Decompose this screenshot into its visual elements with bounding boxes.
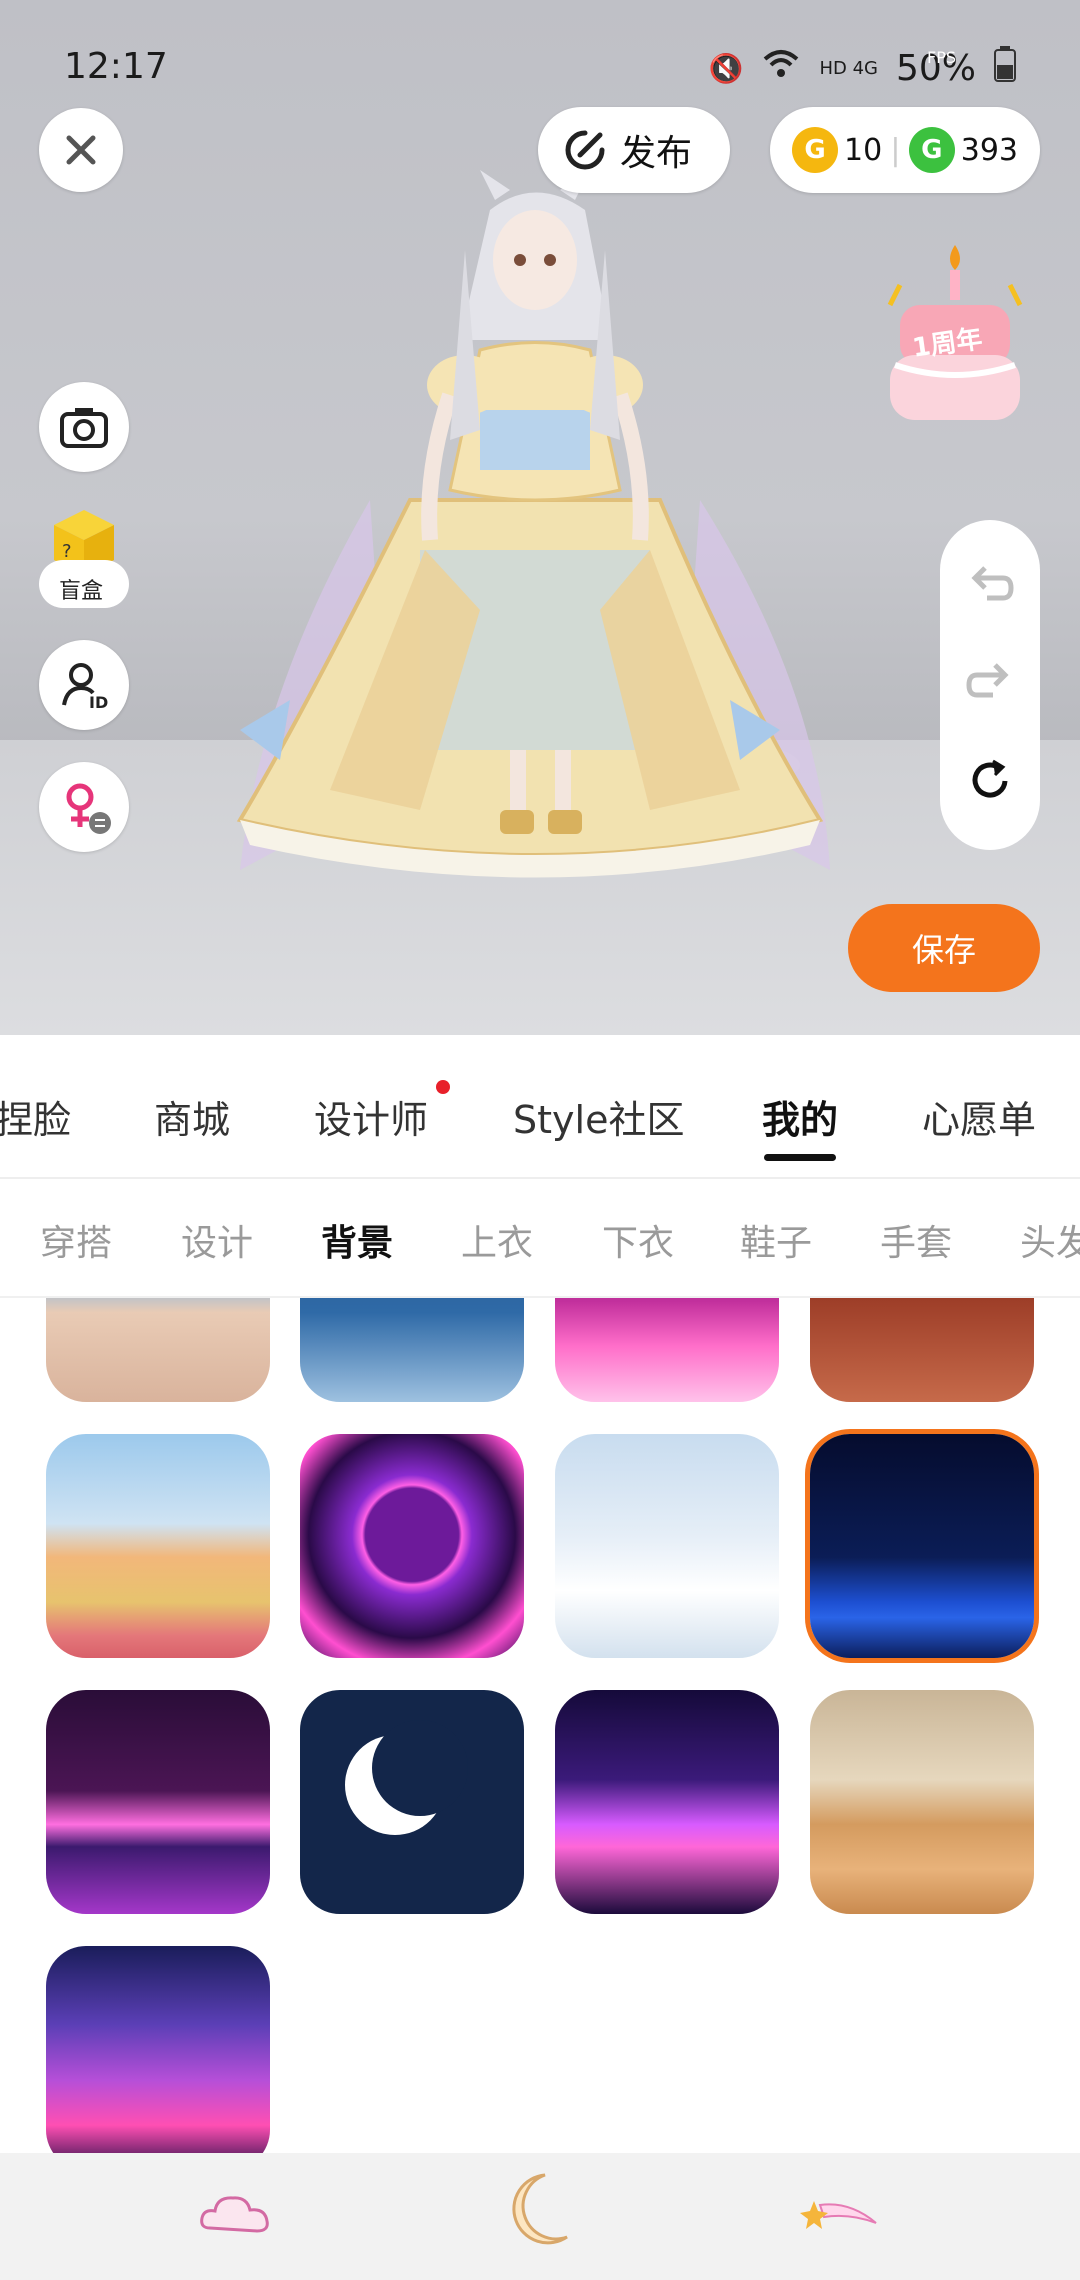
background-tile-basketball-court[interactable] — [810, 1690, 1034, 1914]
tab-gloves[interactable]: 手套 — [880, 1214, 952, 1266]
avatar-id-button[interactable]: ID — [39, 640, 129, 730]
publish-icon — [565, 130, 605, 170]
status-bar: 12:17 🔇 HD 4G 50% FPS — [64, 40, 1016, 90]
green-coin-icon: G — [908, 127, 955, 173]
coin-divider: | — [890, 132, 901, 168]
mute-icon: 🔇 — [708, 52, 744, 85]
avatar-viewport[interactable]: 12:17 🔇 HD 4G 50% FPS 发布 G 10 | G 393 1周… — [0, 0, 1080, 1035]
gold-coin-icon: G — [792, 127, 838, 173]
battery-icon — [994, 46, 1016, 91]
camera-icon — [60, 408, 108, 448]
reset-button[interactable] — [965, 755, 1015, 809]
main-tab-bar: 捏脸 商城 设计师 Style社区 我的 心愿单 — [0, 1035, 1080, 1179]
blind-box-button[interactable]: ? 盲盒 — [39, 505, 129, 610]
bottom-nav-cloud[interactable] — [195, 2183, 279, 2247]
blind-box-label: 盲盒 — [59, 579, 104, 604]
tab-background[interactable]: 背景 — [321, 1214, 393, 1266]
notification-dot — [436, 1080, 450, 1094]
category-tab-bar: 穿搭 设计 背景 上衣 下衣 鞋子 手套 头发 — [0, 1180, 1080, 1298]
background-tile-neon-cavern[interactable] — [46, 1946, 270, 2153]
close-button[interactable] — [39, 108, 123, 192]
moon-icon — [512, 2173, 568, 2245]
avatar-character[interactable] — [180, 170, 900, 990]
camera-button[interactable] — [39, 382, 129, 472]
wifi-icon — [761, 47, 801, 90]
background-tile-blue-glass-hall[interactable] — [300, 1298, 524, 1402]
save-button[interactable]: 保存 — [848, 904, 1040, 992]
status-time: 12:17 — [64, 46, 168, 87]
tab-bottoms[interactable]: 下衣 — [602, 1214, 674, 1266]
background-tile-pink-stage[interactable] — [555, 1298, 779, 1402]
cloud-icon — [200, 2196, 269, 2233]
network-label: HD 4G — [819, 58, 878, 79]
bottom-nav-shooting-star[interactable] — [800, 2183, 880, 2243]
bottom-nav — [0, 2153, 1080, 2280]
undo-button[interactable] — [965, 558, 1015, 612]
tab-style-community[interactable]: Style社区 — [513, 1089, 684, 1144]
background-grid — [0, 1298, 1080, 2153]
publish-button[interactable]: 发布 — [538, 107, 730, 193]
background-tile-snowy-field[interactable] — [555, 1434, 779, 1658]
female-symbol-icon — [66, 783, 111, 834]
tab-tops[interactable]: 上衣 — [461, 1214, 533, 1266]
gold-coin-count: 10 — [844, 132, 883, 168]
background-tile-crescent-moon[interactable] — [300, 1690, 524, 1914]
tab-shoes[interactable]: 鞋子 — [740, 1214, 812, 1266]
tab-mine[interactable]: 我的 — [762, 1089, 838, 1144]
redo-icon — [966, 663, 1009, 698]
tab-designer[interactable]: 设计师 — [314, 1089, 428, 1144]
background-tile-starry-blue-grid[interactable] — [810, 1434, 1034, 1658]
tab-design[interactable]: 设计 — [181, 1214, 253, 1266]
crescent-moon-icon — [345, 1720, 468, 1835]
history-controls — [940, 520, 1040, 850]
background-tile-neon-portal[interactable] — [300, 1434, 524, 1658]
background-tile-school-plaza[interactable] — [46, 1298, 270, 1402]
publish-label: 发布 — [620, 133, 693, 174]
svg-text:ID: ID — [89, 693, 108, 710]
bottom-nav-moon[interactable] — [505, 2169, 575, 2253]
tab-face-edit[interactable]: 捏脸 — [0, 1089, 71, 1144]
active-tab-indicator — [764, 1154, 836, 1161]
close-icon — [66, 135, 96, 165]
currency-display[interactable]: G 10 | G 393 — [770, 107, 1040, 193]
background-tile-neon-diamond[interactable] — [555, 1690, 779, 1914]
tab-hair[interactable]: 头发 — [1020, 1214, 1080, 1266]
tab-store[interactable]: 商城 — [154, 1089, 230, 1144]
background-tile-autumn-schoolyard[interactable] — [46, 1434, 270, 1658]
background-tile-red-lantern-street[interactable] — [810, 1298, 1034, 1402]
person-id-icon: ID — [62, 663, 108, 710]
shooting-star-icon — [800, 2201, 877, 2229]
tab-outfits[interactable]: 穿搭 — [40, 1214, 112, 1266]
undo-icon — [971, 566, 1014, 601]
svg-text:?: ? — [62, 541, 72, 562]
gender-switch-button[interactable] — [39, 762, 129, 852]
anniversary-badge[interactable]: 1周年 — [880, 235, 1030, 440]
refresh-icon — [972, 759, 1008, 798]
background-tile-neon-triangle-purple[interactable] — [46, 1690, 270, 1914]
fps-label: FPS — [926, 48, 956, 67]
redo-button[interactable] — [965, 655, 1015, 709]
tab-wishlist[interactable]: 心愿单 — [922, 1089, 1036, 1144]
green-coin-count: 393 — [960, 132, 1018, 168]
